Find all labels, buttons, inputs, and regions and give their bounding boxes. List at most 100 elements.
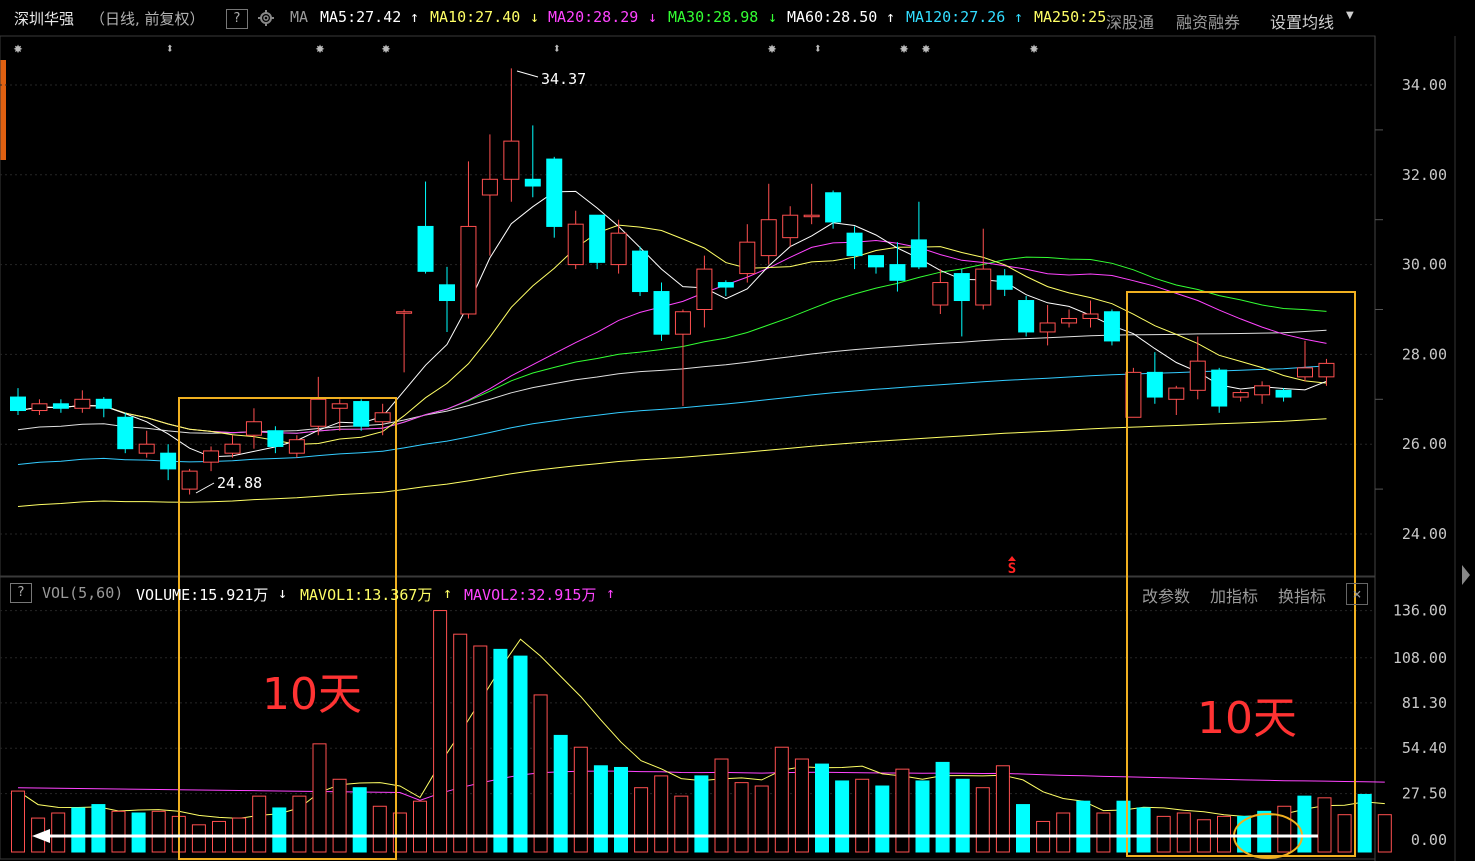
volume-bar <box>1096 812 1111 853</box>
volume-bar <box>1116 800 1131 853</box>
candle-body <box>1018 300 1035 333</box>
candle-body <box>889 264 906 281</box>
price-panel-border <box>0 35 1376 577</box>
volume-bar <box>1016 804 1030 853</box>
candle-body <box>481 178 498 196</box>
volume-bar <box>935 761 950 853</box>
volume-bar <box>1357 793 1372 853</box>
candle-body <box>117 416 134 450</box>
volume-bar <box>1257 810 1272 853</box>
right-period-label: 10天 <box>1197 693 1297 744</box>
volume-bar <box>614 766 628 853</box>
candle-body <box>310 398 327 427</box>
close-icon[interactable]: × <box>1346 583 1368 605</box>
candle-body <box>353 401 370 427</box>
event-star-icon: ✸ <box>767 39 776 57</box>
event-star-icon: ✸ <box>921 39 930 57</box>
volume-bar <box>332 778 347 853</box>
candle-body <box>1146 371 1163 398</box>
volume-bar <box>1337 814 1352 853</box>
volume-value: VOLUME:15.921万 <box>136 586 269 604</box>
candle-body <box>10 396 26 412</box>
candle-body <box>910 239 927 268</box>
volume-bar <box>815 763 829 853</box>
volume-bar <box>493 648 508 853</box>
volume-bar <box>1136 807 1151 853</box>
candle-body <box>288 439 305 454</box>
candle-body <box>417 225 434 272</box>
volume-bar <box>975 787 990 853</box>
high-pointer <box>516 70 539 78</box>
candle-body <box>224 443 241 454</box>
volume-bar <box>272 807 287 853</box>
candle-body <box>546 158 563 227</box>
edit-params-button[interactable]: 改参数 <box>1142 583 1190 607</box>
volume-bar <box>11 790 25 853</box>
candle-body <box>160 452 177 470</box>
candle-body <box>610 232 627 266</box>
price-tick-label: 28.00 <box>1402 345 1447 363</box>
volume-bar <box>513 655 528 853</box>
event-diamond-icon: ⬍ <box>553 41 561 57</box>
candle-body <box>739 241 756 275</box>
low-pointer <box>195 482 215 494</box>
price-tick-label: 26.00 <box>1402 435 1447 453</box>
left-period-label: 10天 <box>262 669 362 720</box>
mavol1-arrow: ↑ <box>443 584 453 602</box>
volume-bar <box>1377 814 1392 853</box>
mavol2-arrow: ↑ <box>606 584 616 602</box>
volume-bar <box>875 785 890 853</box>
candle-body <box>1061 317 1078 324</box>
volume-bar <box>835 780 850 853</box>
high-label: 34.37 <box>541 70 586 88</box>
candle-body <box>1232 392 1249 398</box>
volume-bar <box>714 758 729 853</box>
candle-body <box>396 311 413 314</box>
candle-body <box>589 214 606 263</box>
add-indicator-button[interactable]: 加指标 <box>1210 583 1258 607</box>
volume-bar <box>1076 800 1091 853</box>
volume-tick-label: 0.00 <box>1411 831 1447 849</box>
candle-body <box>31 403 48 412</box>
event-star-icon: ✸ <box>13 39 22 57</box>
candle-body <box>203 450 220 463</box>
event-star-icon: ✸ <box>315 39 324 57</box>
vol-label: VOL(5,60) <box>42 584 124 602</box>
candle-body <box>975 268 992 306</box>
volume-bar <box>91 804 106 853</box>
volume-bar <box>453 633 468 853</box>
candle-body <box>52 403 69 409</box>
candle-body <box>674 311 691 335</box>
volume-bar <box>634 787 649 853</box>
volume-bar <box>674 795 689 853</box>
event-star-icon: ✸ <box>381 39 390 57</box>
candle-body <box>439 284 455 302</box>
volume-bar <box>754 785 769 853</box>
volume-bar <box>151 810 166 853</box>
volume-bar <box>734 782 749 853</box>
volume-bar <box>855 778 870 853</box>
volume-bar <box>915 780 930 853</box>
candle-body <box>717 282 734 288</box>
candle-body <box>138 443 155 454</box>
change-indicator-button[interactable]: 换指标 <box>1278 583 1326 607</box>
volume-help-button[interactable]: ? <box>10 583 32 603</box>
volume-bar <box>111 810 126 853</box>
candle-body <box>1103 311 1120 342</box>
volume-tick-label: 54.40 <box>1402 739 1447 757</box>
volume-bar <box>694 775 709 853</box>
price-tick-label: 24.00 <box>1402 525 1447 543</box>
event-diamond-icon: ⬍ <box>166 41 174 57</box>
volume-bar <box>654 775 669 853</box>
volume-bar <box>1237 815 1252 853</box>
candle-body <box>181 470 198 490</box>
candle-body <box>868 255 884 268</box>
candle-body <box>932 282 949 306</box>
candle-body <box>524 178 541 187</box>
volume-bar <box>51 812 66 853</box>
volume-bar <box>1156 815 1171 853</box>
candle-body <box>1297 367 1313 378</box>
volume-bar <box>131 812 146 853</box>
candle-body <box>653 291 670 335</box>
volume-tick-label: 27.50 <box>1402 785 1447 803</box>
